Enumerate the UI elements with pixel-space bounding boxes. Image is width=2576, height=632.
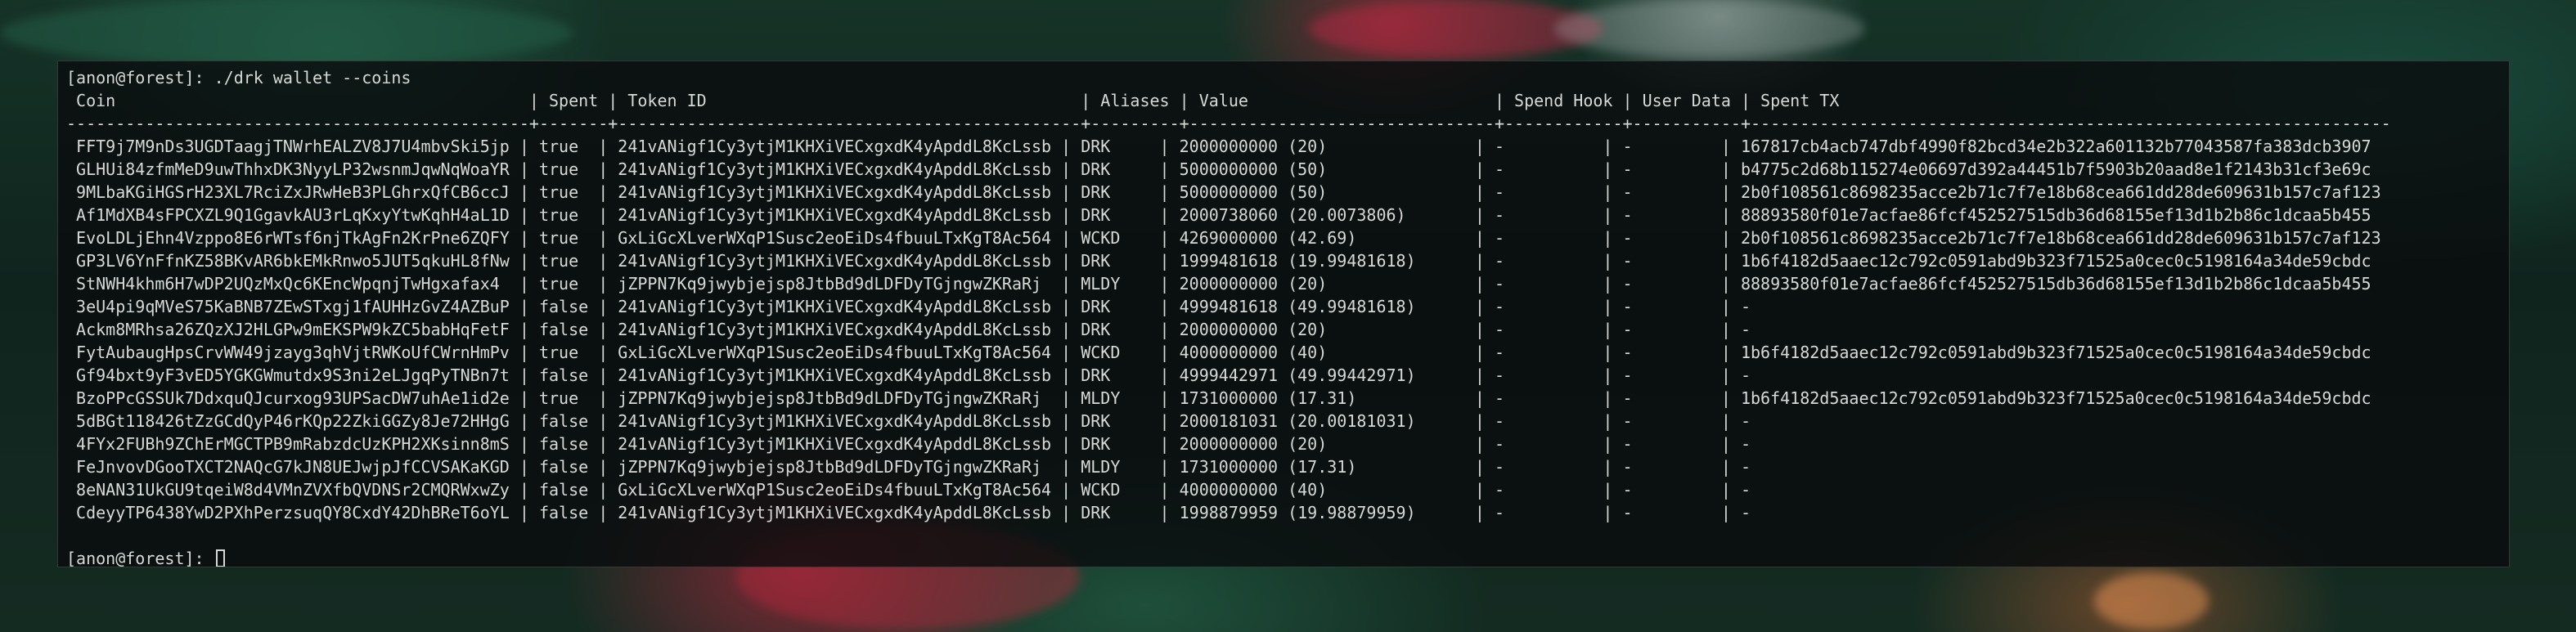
table-row: StNWH4khm6H7wDP2UQzMxQc6KEncWpqnjTwHgxaf… — [66, 274, 2371, 294]
light-shape — [2094, 572, 2209, 630]
table-row: GP3LV6YnFfnKZ58BKvAR6bkEMkRnwo5JUT5qkuHL… — [66, 251, 2371, 271]
table-row: BzoPPcGSSUk7DdxquQJcurxog93UPSacDW7uhAe1… — [66, 388, 2371, 408]
prompt: [anon@forest]: — [66, 549, 205, 567]
table-row: Af1MdXB4sFPCXZL9Q1GgavkAU3rLqKxyYtwKqhH4… — [66, 205, 2371, 225]
prompt: [anon@forest]: — [66, 68, 205, 87]
table-row: Gf94bxt9yF3vED5YGKGWmutdx9S3ni2eLJgqPyTN… — [66, 365, 1751, 385]
input-line[interactable]: [anon@forest]: — [66, 547, 2501, 567]
table-row: GLHUi84zfmMeD9uwThhxDK3NyyLP32wsnmJqwNqW… — [66, 159, 2371, 179]
table-row: EvoLDLjEhn4Vzppo8E6rWTsf6njTkAgFn2KrPne6… — [66, 228, 2381, 248]
terminal-window[interactable]: [anon@forest]: ./drk wallet --coins Coin… — [57, 61, 2510, 567]
table-row: 4FYx2FUBh9ZChErMGCTPB9mRabzdcUzKPH2XKsin… — [66, 434, 1751, 454]
table-row: 5dBGt118426tZzGCdQyP46rKQp22ZkiGGZy8Je72… — [66, 411, 1751, 431]
table-row: 9MLbaKGiHGSrH23XL7RciZxJRwHeB3PLGhrxQfCB… — [66, 182, 2381, 202]
command-line: [anon@forest]: ./drk wallet --coins — [66, 66, 2501, 89]
foliage-shape — [0, 0, 573, 65]
coin-table-body: FFT9j7M9nDs3UGDTaagjTNWrhEALZV8J7U4mbvSk… — [66, 135, 2501, 524]
table-header: Coin | Spent | Token ID | Aliases | Valu… — [66, 91, 1840, 110]
table-row: FeJnvovDGooTXCT2NAQcG7kJN8UEJwjpJfCCVSAK… — [66, 457, 1751, 477]
light-shape — [1554, 0, 1865, 57]
command-text: ./drk wallet --coins — [214, 68, 411, 87]
table-row: 8eNAN31UkGU9tqeiW8d4VMnZVXfbQVDNSr2CMQRW… — [66, 480, 1751, 500]
text-cursor — [215, 549, 225, 567]
table-row: FFT9j7M9nDs3UGDTaagjTNWrhEALZV8J7U4mbvSk… — [66, 137, 2371, 156]
table-row: Ackm8MRhsa26ZQzXJ2HLGPw9mEKSPW9kZC5babHq… — [66, 320, 1751, 339]
table-row: 3eU4pi9qMVeS75KaBNB7ZEwSTxgj1fAUHHzGvZ4A… — [66, 297, 1751, 316]
table-row: FytAubaugHpsCrvWW49jzayg3qhVjtRWKoUfCWrn… — [66, 343, 2371, 362]
table-separator: ----------------------------------------… — [66, 114, 2391, 133]
table-row: CdeyyTP6438YwD2PXhPerzsuqQY8CxdY42DhBReT… — [66, 503, 1751, 522]
